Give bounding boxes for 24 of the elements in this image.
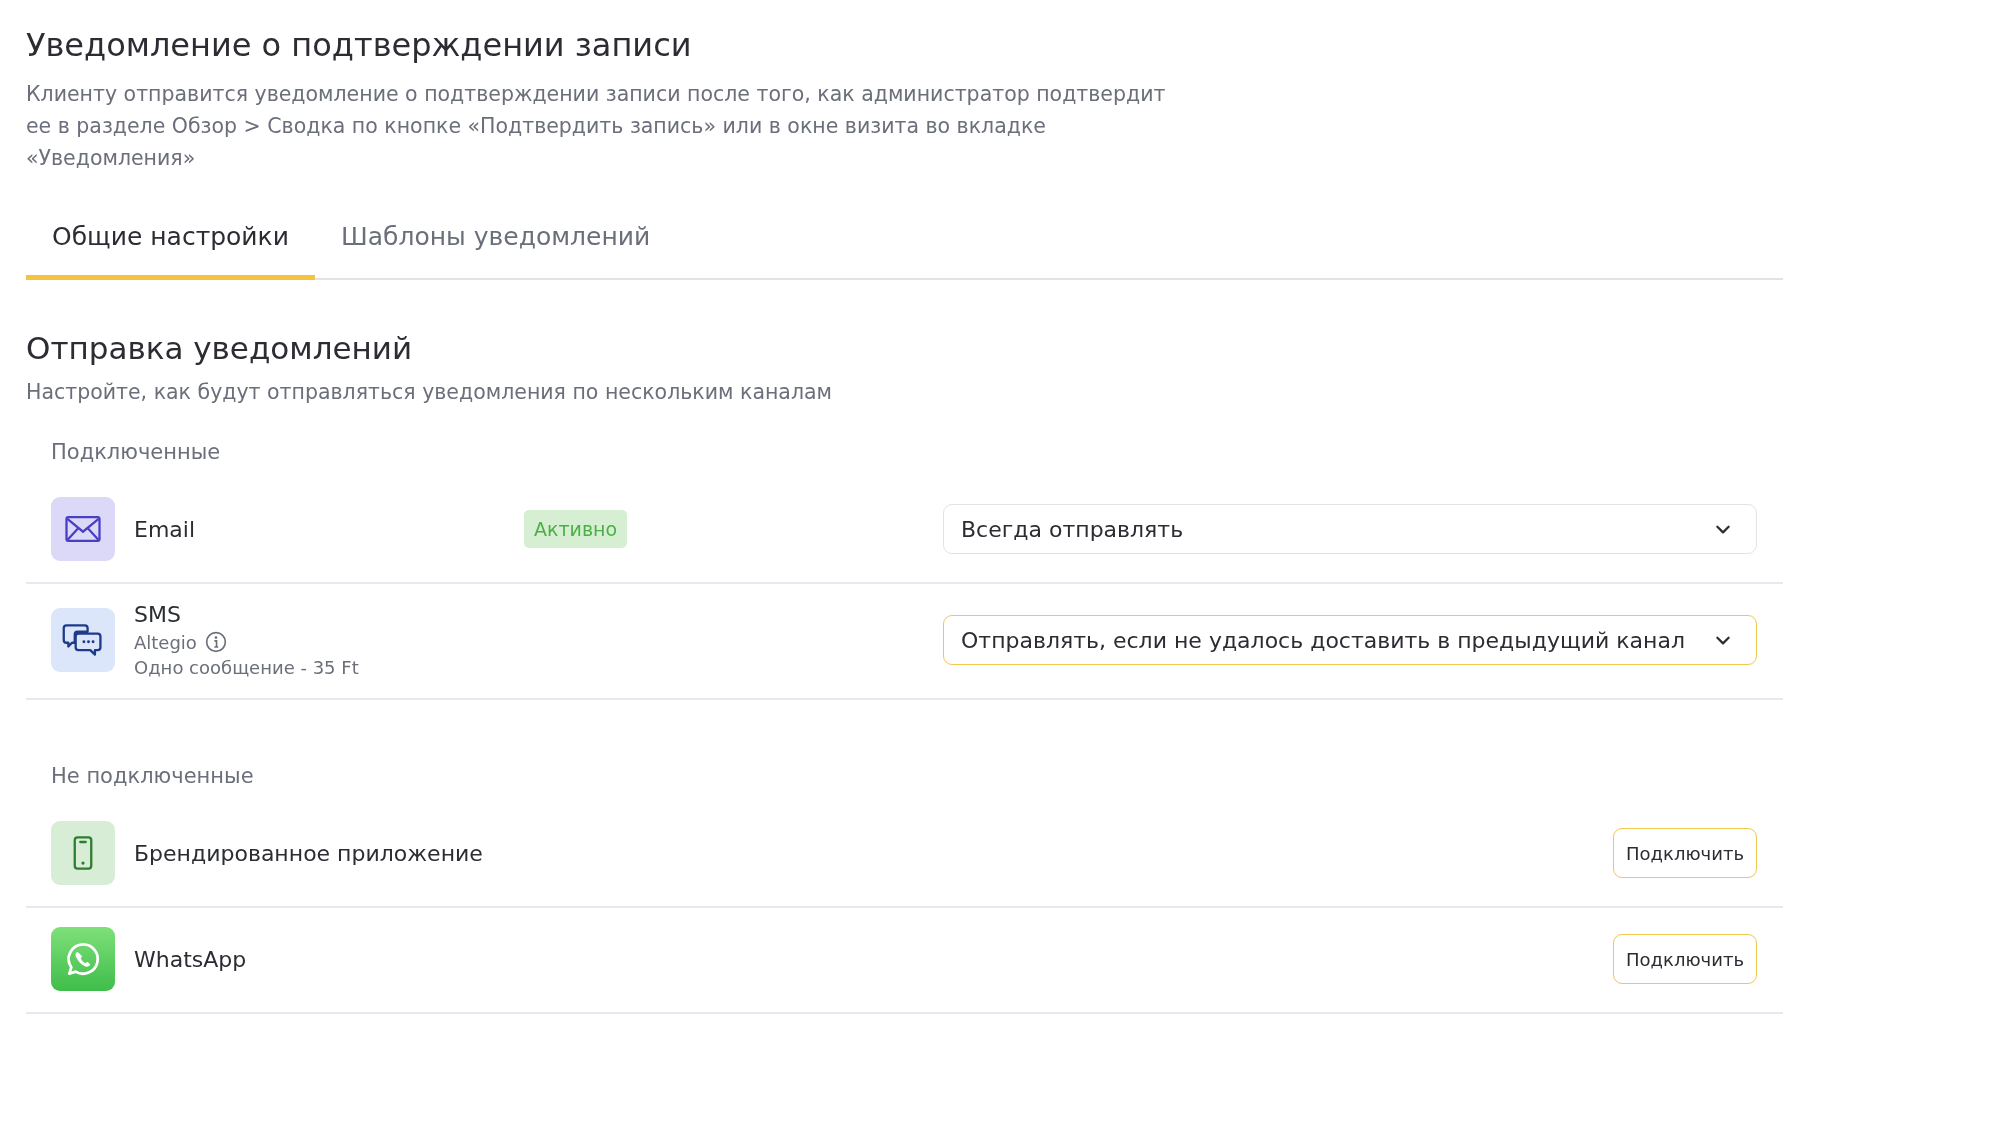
channel-name: WhatsApp [134, 946, 248, 972]
chat-bubbles-icon [51, 608, 115, 672]
tab[interactable]: Шаблоны уведомлений [314, 204, 677, 280]
tab[interactable]: Общие настройки [26, 204, 315, 280]
dropdown[interactable]: Всегда отправлять [943, 504, 1757, 554]
page-title: Уведомление о подтверждении записи [26, 26, 693, 64]
provider-name: Altegio [134, 631, 197, 653]
group-label: Подключенные [50, 440, 222, 464]
status-badge: Активно [524, 510, 628, 548]
channel-name: Брендированное приложение [134, 840, 484, 866]
phone-bubble-icon [51, 927, 115, 991]
group-label: Не подключенные [50, 764, 255, 788]
phone-icon [51, 821, 115, 885]
channel-name: Email [134, 516, 197, 542]
connect-button[interactable]: Подключить [1613, 828, 1757, 878]
dropdown[interactable]: Отправлять, если не удалось доставить в предыдущий канал [943, 615, 1757, 665]
page-description: Клиенту отправится уведомление о подтверждении записи после того, как администратор подтвердит ее в разделе Обзор > Сводка по кнопке «Подтвердить запись» или в окне визита во вкладке «Уведомления» [26, 81, 1167, 172]
channel-name: SMS [134, 602, 182, 627]
section-title: Отправка уведомлений [26, 330, 414, 366]
section-subtitle: Настройте, как будут отправляться уведомления по нескольким каналам [26, 380, 834, 404]
envelope-icon [51, 497, 115, 561]
connect-button[interactable]: Подключить [1613, 934, 1757, 984]
price-note: Одно сообщение - 35 Ft [134, 657, 360, 678]
info-icon[interactable] [204, 631, 227, 653]
